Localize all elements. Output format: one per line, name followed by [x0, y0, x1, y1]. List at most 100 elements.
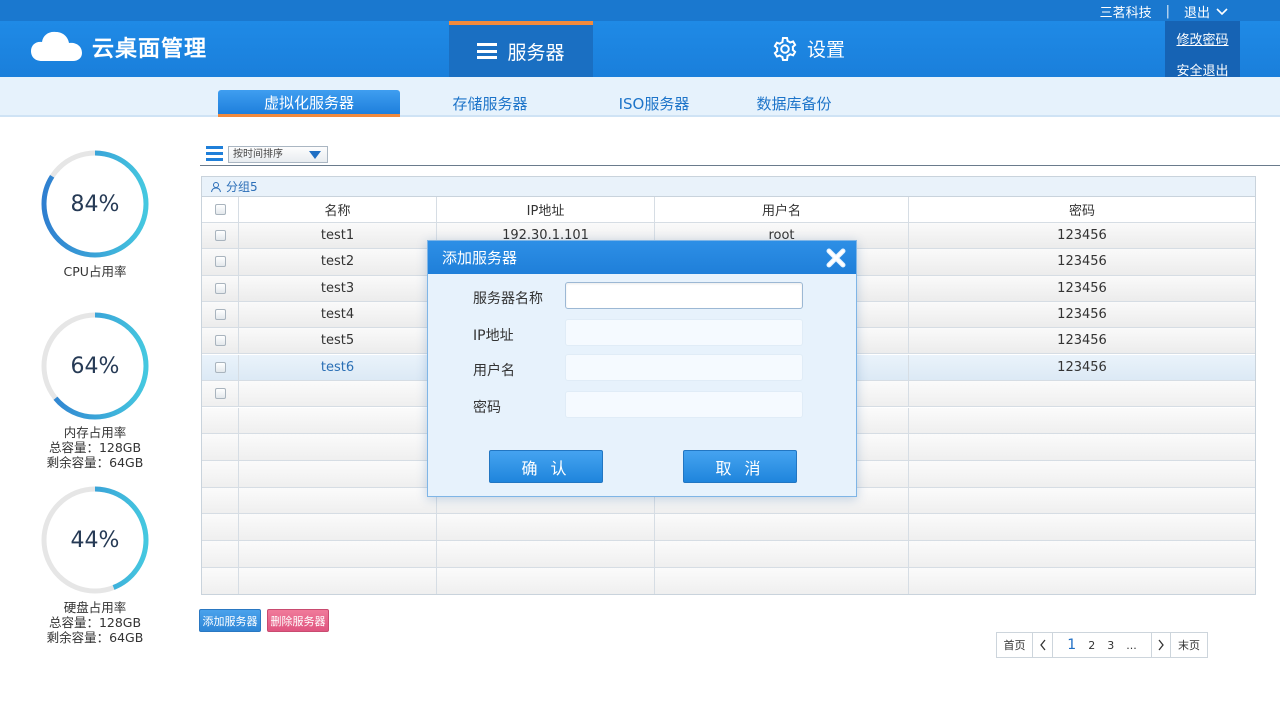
nav-servers-tab[interactable]: 服务器 — [449, 21, 593, 77]
first-page-button[interactable]: 首页 — [997, 633, 1033, 657]
empty-cell — [202, 568, 239, 595]
dialog-header: 添加服务器 — [428, 241, 856, 274]
subtab-iso-servers[interactable]: ISO服务器 — [614, 90, 694, 117]
cloud-icon — [30, 29, 84, 65]
row-check-cell — [202, 381, 239, 407]
empty-cell — [437, 541, 655, 567]
change-password-item[interactable]: 修改密码 — [1165, 25, 1240, 56]
server-name-input[interactable] — [565, 282, 803, 309]
user-icon — [210, 181, 222, 193]
row-password: 123456 — [909, 223, 1255, 248]
row-checkbox[interactable] — [215, 283, 226, 294]
prev-page-button[interactable] — [1033, 633, 1053, 657]
row-checkbox[interactable] — [215, 256, 226, 267]
empty-cell — [909, 514, 1255, 540]
row-checkbox[interactable] — [215, 335, 226, 346]
empty-cell — [909, 541, 1255, 567]
memory-percent: 64% — [40, 311, 150, 421]
row-name: test1 — [239, 223, 437, 248]
ip-input[interactable] — [565, 319, 803, 346]
next-page-button[interactable] — [1151, 633, 1171, 657]
subtab-virtual-servers[interactable]: 虚拟化服务器 — [218, 90, 400, 117]
sub-navbar: 虚拟化服务器 存储服务器 ISO服务器 数据库备份 — [0, 77, 1280, 117]
empty-cell — [239, 408, 437, 434]
password-input[interactable] — [565, 391, 803, 418]
empty-cell — [437, 514, 655, 540]
page-1-link[interactable]: 1 — [1067, 637, 1076, 653]
empty-row — [202, 568, 1255, 595]
ip-label: IP地址 — [473, 325, 514, 345]
close-icon[interactable] — [826, 248, 846, 268]
row-check-cell — [202, 355, 239, 380]
memory-label: 内存占用率 — [20, 425, 170, 440]
subtab-storage-servers[interactable]: 存储服务器 — [448, 90, 532, 117]
empty-cell — [239, 461, 437, 487]
row-password: 123456 — [909, 328, 1255, 353]
disk-gauge-label: 硬盘占用率 总容量：128GB 剩余容量：64GB — [20, 600, 170, 645]
username-input[interactable] — [565, 354, 803, 381]
empty-cell — [655, 568, 909, 595]
empty-cell — [239, 568, 437, 595]
row-name: test6 — [239, 355, 437, 380]
sort-select-value: 按时间排序 — [233, 149, 283, 160]
row-checkbox[interactable] — [215, 230, 226, 241]
table-header: 名称 IP地址 用户名 密码 — [202, 197, 1255, 223]
page-3-link[interactable]: 3 — [1107, 639, 1114, 652]
logout-label: 退出 — [1184, 2, 1210, 21]
nav-settings-label: 设置 — [807, 35, 845, 62]
disk-percent: 44% — [40, 485, 150, 595]
server-name-label: 服务器名称 — [473, 288, 543, 308]
add-server-button[interactable]: 添加服务器 — [199, 609, 261, 632]
row-check-cell — [202, 223, 239, 248]
password-label: 密码 — [473, 397, 501, 417]
empty-cell — [239, 381, 437, 407]
group-header[interactable]: 分组5 — [202, 177, 1255, 197]
list-view-icon[interactable] — [206, 146, 223, 161]
row-password: 123456 — [909, 276, 1255, 301]
empty-cell — [239, 434, 437, 460]
add-server-dialog: 添加服务器 服务器名称 IP地址 用户名 密码 确 认 取 消 — [427, 240, 857, 497]
row-checkbox[interactable] — [215, 388, 226, 399]
empty-cell — [202, 488, 239, 514]
delete-server-button[interactable]: 删除服务器 — [267, 609, 329, 632]
app-root: 三茗科技 | 退出 云桌面管理 服务器 设置 修改密码 安全退出 — [0, 0, 1280, 720]
subtab-db-backup[interactable]: 数据库备份 — [751, 90, 837, 117]
row-checkbox[interactable] — [215, 362, 226, 373]
page-2-link[interactable]: 2 — [1088, 639, 1095, 652]
row-password: 123456 — [909, 249, 1255, 274]
cancel-button[interactable]: 取 消 — [683, 450, 797, 483]
disk-gauge: 44% — [40, 485, 150, 595]
logout-menu-button[interactable]: 退出 — [1184, 2, 1228, 21]
dialog-title: 添加服务器 — [442, 247, 517, 268]
nav-settings-tab[interactable]: 设置 — [772, 35, 845, 62]
select-all-cell — [202, 197, 239, 222]
disk-free: 剩余容量：64GB — [20, 630, 170, 645]
row-name: test5 — [239, 328, 437, 353]
company-name: 三茗科技 — [1100, 2, 1152, 21]
row-password: 123456 — [909, 355, 1255, 380]
sort-select[interactable]: 按时间排序 — [228, 146, 328, 163]
memory-gauge-label: 内存占用率 总容量：128GB 剩余容量：64GB — [20, 425, 170, 470]
menu-icon — [477, 43, 497, 59]
app-logo: 云桌面管理 — [30, 29, 207, 65]
confirm-button[interactable]: 确 认 — [489, 450, 603, 483]
sort-toolbar: 按时间排序 — [200, 145, 1280, 166]
column-header-user: 用户名 — [655, 197, 909, 222]
chevron-down-icon — [1216, 8, 1228, 16]
last-page-button[interactable]: 末页 — [1171, 633, 1207, 657]
triangle-down-icon — [309, 151, 321, 159]
cpu-gauge: 84% — [40, 149, 150, 259]
cpu-percent: 84% — [40, 149, 150, 259]
row-password: 123456 — [909, 302, 1255, 327]
column-header-password: 密码 — [909, 197, 1255, 222]
disk-total: 总容量：128GB — [20, 615, 170, 630]
row-checkbox[interactable] — [215, 309, 226, 320]
empty-cell — [909, 461, 1255, 487]
row-name: test3 — [239, 276, 437, 301]
select-all-checkbox[interactable] — [215, 204, 226, 215]
empty-cell — [437, 568, 655, 595]
row-check-cell — [202, 276, 239, 301]
app-title: 云桌面管理 — [92, 31, 207, 63]
top-strip: 三茗科技 | 退出 — [0, 0, 1280, 21]
empty-row — [202, 514, 1255, 541]
